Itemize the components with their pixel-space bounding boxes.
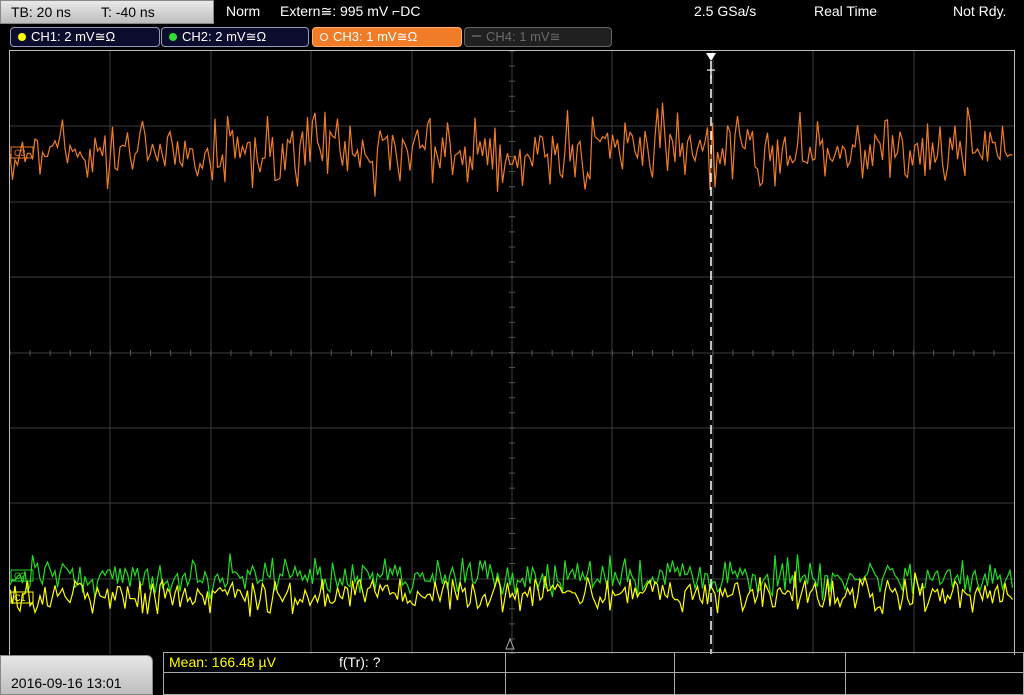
- trigger-mode[interactable]: Norm: [226, 3, 260, 19]
- tab-ch4[interactable]: CH4: 1 mV≅: [464, 27, 612, 47]
- ch3-marker-label: C3: [14, 148, 26, 158]
- ch1-dot-icon: [18, 33, 26, 41]
- trigger-time-label: T: -40 ns: [101, 4, 155, 20]
- mean-measurement: Mean: 166.48 µV: [169, 654, 276, 670]
- timebase-label: TB: 20 ns: [11, 4, 71, 20]
- measurement-panel: Mean: 166.48 µV f(Tr): ?: [163, 652, 1024, 695]
- acquisition-mode: Real Time: [814, 3, 878, 19]
- ch2-dot-icon: [169, 33, 177, 41]
- measurement-divider: [163, 672, 1024, 673]
- ch2-marker-label: C2: [14, 571, 26, 581]
- ch3-waveform: [10, 102, 1013, 197]
- acquisition-status: Not Rdy.: [953, 3, 1007, 19]
- trigger-arrow-icon[interactable]: [706, 53, 716, 61]
- ch2-label: CH2: 2 mV≅Ω: [182, 29, 267, 44]
- sample-rate: 2.5 GSa/s: [694, 3, 757, 19]
- ch1-label: CH1: 2 mV≅Ω: [31, 29, 116, 44]
- ch3-label: CH3: 1 mV≅Ω: [333, 29, 418, 44]
- tab-ch1[interactable]: CH1: 2 mV≅Ω: [10, 27, 160, 47]
- measurement-cell-2[interactable]: [505, 652, 675, 695]
- ch4-off-icon: [472, 35, 481, 37]
- trigger-marker-label: T: [707, 66, 716, 82]
- ch3-dot-icon: [320, 33, 328, 41]
- measurement-cell-3[interactable]: [674, 652, 846, 695]
- horizontal-position-icon[interactable]: [505, 637, 515, 650]
- status-bar: TB: 20 ns T: -40 ns Norm Extern≅: 995 mV…: [0, 0, 1024, 24]
- datetime-box[interactable]: 2016-09-16 13:01: [0, 655, 153, 695]
- rise-frequency-measurement: f(Tr): ?: [339, 654, 381, 670]
- timebase-box[interactable]: TB: 20 ns T: -40 ns: [0, 0, 214, 24]
- ch1-marker-label: C1: [14, 593, 26, 603]
- tab-ch3[interactable]: CH3: 1 mV≅Ω: [312, 27, 462, 47]
- trigger-source[interactable]: Extern≅: 995 mV ⌐DC: [280, 3, 421, 20]
- waveform-display[interactable]: T C3 C2 C1: [10, 51, 1014, 654]
- ch4-label: CH4: 1 mV≅: [486, 29, 561, 44]
- measurement-cell-4[interactable]: [845, 652, 1024, 695]
- datetime-label: 2016-09-16 13:01: [11, 675, 122, 691]
- tab-ch2[interactable]: CH2: 2 mV≅Ω: [161, 27, 309, 47]
